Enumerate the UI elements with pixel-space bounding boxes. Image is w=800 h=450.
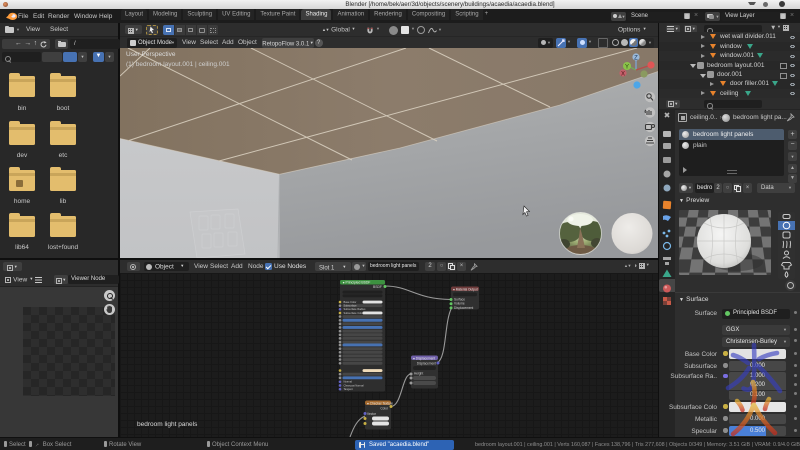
svg-text:Base Color: Base Color [344, 300, 357, 304]
svg-text:Subsurface: Subsurface [344, 304, 358, 308]
svg-text:Z: Z [634, 56, 638, 62]
svg-text:Subsurface Radius: Subsurface Radius [344, 307, 367, 311]
svg-text:Normal: Normal [344, 380, 353, 384]
svg-text:BSDF: BSDF [373, 285, 382, 289]
svg-text:Clearcoat Normal: Clearcoat Normal [344, 383, 365, 387]
svg-text:Color: Color [380, 407, 389, 411]
svg-text:● Principled BSDF: ● Principled BSDF [343, 281, 371, 285]
svg-text:Tangent: Tangent [344, 387, 354, 391]
svg-text:Displacement: Displacement [417, 362, 436, 366]
svg-text:X: X [621, 72, 625, 78]
svg-text:● Displacement: ● Displacement [413, 356, 435, 360]
svg-text:Subsurface Color: Subsurface Color [344, 311, 364, 315]
svg-text:Y: Y [625, 65, 629, 71]
svg-text:● Checker Texture: ● Checker Texture [367, 401, 393, 405]
svg-text:Displacement: Displacement [454, 306, 473, 310]
svg-text:Height: Height [414, 372, 423, 376]
svg-text:● Material Output: ● Material Output [453, 287, 478, 291]
svg-text:Vector: Vector [367, 412, 377, 416]
